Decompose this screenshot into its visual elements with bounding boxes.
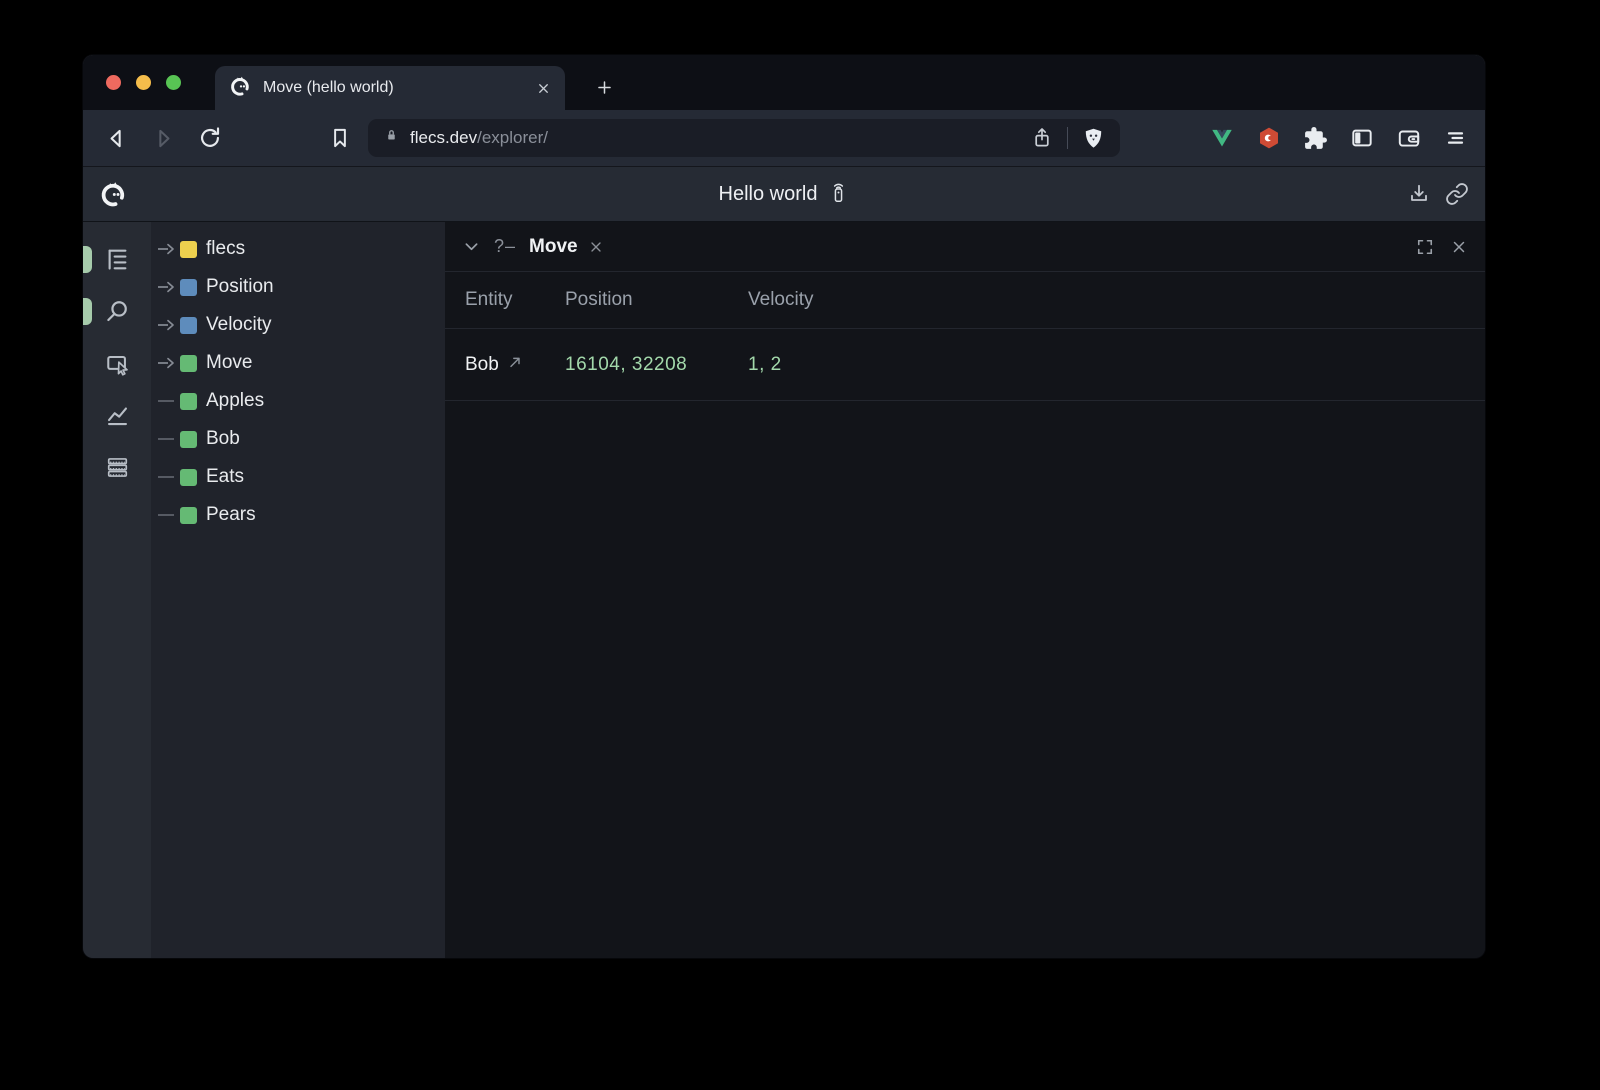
app-header: Hello world <box>83 167 1485 222</box>
tree-item-velocity[interactable]: Velocity <box>151 306 445 344</box>
tree-item-label: Move <box>206 352 252 374</box>
query-panel-actions <box>1415 237 1468 257</box>
tree-item-eats[interactable]: Eats <box>151 458 445 496</box>
main-area: flecsPositionVelocityMoveApplesBobEatsPe… <box>83 222 1485 958</box>
hex-extension-icon[interactable] <box>1256 125 1282 151</box>
vue-devtools-icon[interactable] <box>1209 125 1235 151</box>
reload-icon[interactable] <box>195 123 225 153</box>
tree-item-apples[interactable]: Apples <box>151 382 445 420</box>
tree-item-label: Velocity <box>206 314 271 336</box>
url-text: flecs.dev/explorer/ <box>410 128 1030 148</box>
browser-window: Move (hello world) flecs.dev/explorer/ <box>83 55 1485 958</box>
entity-color-square <box>180 507 197 524</box>
url-host: flecs.dev <box>410 128 477 147</box>
stats-icon[interactable] <box>83 389 151 441</box>
entity-name: Bob <box>465 354 499 376</box>
link-icon[interactable] <box>1445 182 1469 206</box>
entity-color-square <box>180 355 197 372</box>
url-path: /explorer/ <box>477 128 548 147</box>
close-window-button[interactable] <box>106 75 121 90</box>
browser-toolbar: flecs.dev/explorer/ <box>83 110 1485 167</box>
tree-item-label: Pears <box>206 504 256 526</box>
tab-title: Move (hello world) <box>263 79 536 97</box>
icon-sidebar <box>83 222 151 958</box>
share-icon[interactable] <box>1030 126 1054 150</box>
tree-item-pears[interactable]: Pears <box>151 496 445 534</box>
flecs-favicon <box>229 75 251 102</box>
tree-item-label: Eats <box>206 466 244 488</box>
entity-color-square <box>180 469 197 486</box>
tab-close-icon[interactable] <box>536 81 551 96</box>
app-header-actions <box>1407 167 1469 221</box>
entity-color-square <box>180 241 197 258</box>
inspector-icon[interactable] <box>83 337 151 389</box>
active-indicator-search <box>83 298 92 325</box>
tree-item-label: Bob <box>206 428 240 450</box>
column-header-velocity: Velocity <box>748 289 1485 311</box>
new-tab-button[interactable] <box>586 69 622 105</box>
minimize-window-button[interactable] <box>136 75 151 90</box>
back-icon[interactable] <box>101 123 131 153</box>
tree-item-flecs[interactable]: flecs <box>151 230 445 268</box>
forward-icon[interactable] <box>148 123 178 153</box>
modules-icon[interactable] <box>83 441 151 493</box>
column-header-entity: Entity <box>465 289 565 311</box>
position-value: 16104, 32208 <box>565 354 748 376</box>
lock-icon <box>382 126 401 150</box>
query-title: Move <box>529 236 578 258</box>
download-icon[interactable] <box>1407 182 1431 206</box>
url-bar[interactable]: flecs.dev/explorer/ <box>368 119 1120 157</box>
table-row: Bob 16104, 322081, 2 <box>445 329 1485 401</box>
app-title-wrap: Hello world <box>83 167 1485 221</box>
open-entity-icon[interactable] <box>507 354 523 376</box>
entity-color-square <box>180 431 197 448</box>
table-header-row: Entity Position Velocity <box>445 272 1485 329</box>
chevron-down-icon[interactable] <box>462 237 481 256</box>
tree-item-bob[interactable]: Bob <box>151 420 445 458</box>
wallet-icon[interactable] <box>1396 125 1422 151</box>
tree-item-move[interactable]: Move <box>151 344 445 382</box>
brave-shield-icon[interactable] <box>1081 126 1106 151</box>
entity-color-square <box>180 317 197 334</box>
traffic-lights <box>106 75 181 90</box>
sidebar-toggle-icon[interactable] <box>1349 125 1375 151</box>
extensions-zone <box>1209 125 1467 151</box>
browser-tab[interactable]: Move (hello world) <box>215 66 565 110</box>
query-panel: ?– Move Entity Position Velocity <box>445 222 1485 958</box>
tree-item-label: Position <box>206 276 274 298</box>
column-header-position: Position <box>565 289 748 311</box>
zoom-window-button[interactable] <box>166 75 181 90</box>
entity-tree-panel: flecs Position Velocity Move Apples Bob Eats Pe… <box>151 222 445 958</box>
table-body: Bob 16104, 322081, 2 <box>445 329 1485 401</box>
entity-color-square <box>180 393 197 410</box>
query-prefix-icon: ?– <box>494 236 516 257</box>
active-indicator-tree <box>83 246 92 273</box>
tree-item-position[interactable]: Position <box>151 268 445 306</box>
entity-color-square <box>180 279 197 296</box>
bookmark-icon[interactable] <box>327 125 353 151</box>
urlbar-divider <box>1067 127 1068 149</box>
tree-item-label: flecs <box>206 238 245 260</box>
entity-link[interactable]: Bob <box>465 354 565 376</box>
browser-menu-icon[interactable] <box>1443 126 1467 150</box>
extensions-puzzle-icon[interactable] <box>1303 126 1328 151</box>
tree-item-label: Apples <box>206 390 264 412</box>
remote-connection-icon[interactable] <box>828 180 849 209</box>
panel-close-icon[interactable] <box>1450 238 1468 256</box>
query-tab-header: ?– Move <box>445 222 1485 272</box>
fullscreen-icon[interactable] <box>1415 237 1435 257</box>
app-title: Hello world <box>719 183 818 206</box>
tab-strip: Move (hello world) <box>83 55 1485 110</box>
query-close-icon[interactable] <box>588 239 604 255</box>
velocity-value: 1, 2 <box>748 354 1485 376</box>
search-icon[interactable] <box>83 285 151 337</box>
hierarchy-icon[interactable] <box>83 233 151 285</box>
